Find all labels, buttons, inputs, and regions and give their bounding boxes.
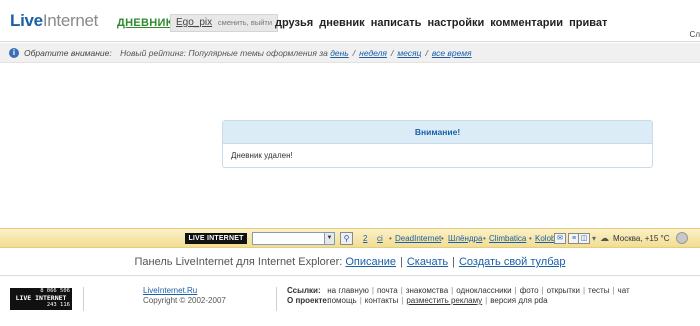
footer-link-dating[interactable]: знакомства — [406, 286, 448, 295]
footer-about-label: О проекте: — [287, 296, 330, 305]
logo-live-text: Live — [10, 11, 43, 30]
notice-label: Обратите внимание: — [24, 48, 112, 58]
ie-panel-link-download[interactable]: Скачать — [407, 256, 448, 268]
counter-brand: LIVE INTERNET — [15, 294, 67, 302]
separator-dot: • — [483, 234, 486, 243]
notice-separator: / — [352, 48, 356, 58]
toolbar-link-kolob[interactable]: Kolob — [535, 233, 555, 244]
footer-separator-line — [276, 287, 277, 311]
menu-item-diary[interactable]: дневник — [319, 17, 364, 29]
footer-separator-line — [83, 287, 84, 311]
toolbar-link-shlendra[interactable]: Шлёндра — [448, 233, 482, 244]
footer-link-mail[interactable]: почта — [377, 286, 398, 295]
footer-pipe: | — [541, 286, 544, 295]
footer-pipe: | — [371, 286, 374, 295]
chevron-down-icon[interactable]: ▾ — [592, 233, 596, 244]
notice-content: Обратите внимание: Новый рейтинг: Популя… — [24, 43, 472, 63]
toolbar-link-deadinternet[interactable]: DeadInternet — [395, 233, 441, 244]
notice-link-day[interactable]: день — [330, 48, 349, 58]
footer-pipe: | — [359, 296, 362, 305]
site-logo[interactable]: LiveInternet — [10, 11, 98, 31]
footer-link-contacts[interactable]: контакты — [365, 296, 398, 305]
alert-box: Внимание! Дневник удален! — [222, 120, 653, 168]
toolbar-options-icon[interactable] — [676, 232, 688, 244]
footer-pipe: | — [485, 296, 488, 305]
notice-link-all-time[interactable]: все время — [432, 48, 472, 58]
site-header: LiveInternet ДНЕВНИКИ Ego_pix сменить, в… — [0, 0, 700, 42]
footer-link-advertise[interactable]: разместить рекламу — [406, 296, 482, 305]
menu-item-private[interactable]: приват — [569, 17, 607, 29]
footer-link-tests[interactable]: тесты — [588, 286, 609, 295]
weather-icon: ☁ — [600, 233, 609, 243]
footer-link-postcards[interactable]: открытки — [547, 286, 580, 295]
chevron-down-icon[interactable]: ▼ — [324, 232, 335, 245]
username-link[interactable]: Ego_pix — [176, 17, 212, 28]
copyright-text: Copyright © 2002-2007 — [143, 296, 226, 305]
toolbar-link-climbatica[interactable]: Climbatica — [489, 233, 526, 244]
footer-pipe: | — [451, 286, 454, 295]
menu-item-comments[interactable]: комментарии — [490, 17, 563, 29]
footer-link-home[interactable]: на главную — [327, 286, 369, 295]
notice-text: Новый рейтинг: Популярные темы оформлени… — [120, 48, 328, 58]
separator-dot: • — [389, 234, 392, 243]
search-icon[interactable]: ⚲ — [340, 232, 353, 245]
footer-pipe: | — [401, 296, 404, 305]
footer-link-photo[interactable]: фото — [520, 286, 539, 295]
settings-icon[interactable]: ◫ — [578, 233, 590, 244]
alert-message: Дневник удален! — [231, 151, 293, 160]
separator-dot: • — [441, 234, 444, 243]
user-box: Ego_pix сменить, выйти — [170, 14, 279, 32]
footer-pipe: | — [582, 286, 586, 295]
separator-dot: • — [529, 234, 532, 243]
footer-pipe: | — [514, 286, 517, 295]
notice-separator: / — [390, 48, 394, 58]
footer-link-classmates[interactable]: одноклассники — [456, 286, 511, 295]
logo-internet-text: Internet — [42, 11, 99, 30]
footer-link-pda[interactable]: версия для pda — [490, 296, 547, 305]
footer-link-help[interactable]: помощь — [327, 296, 356, 305]
liveinternet-toolbar: LIVE INTERNET ▼ ⚲ 2 ci • DeadInternet • … — [0, 228, 700, 248]
mail-icon[interactable]: ✉ — [554, 233, 566, 244]
menu-item-settings[interactable]: настройки — [427, 17, 484, 29]
toolbar-logo[interactable]: LIVE INTERNET — [185, 233, 247, 244]
footer-divider — [0, 275, 700, 276]
footer-links-row: Ссылки: на главную | почта | знакомства | одно… — [287, 286, 630, 296]
notice-bar: i Обратите внимание: Новый рейтинг: Попу… — [0, 43, 700, 63]
ie-panel-separator: | — [452, 256, 455, 268]
footer-site-link[interactable]: LiveInternet.Ru — [143, 286, 197, 295]
footer-links-label: Ссылки: — [287, 286, 321, 295]
header-corner-text[interactable]: Сл — [690, 30, 700, 39]
toolbar-count-link[interactable]: 2 — [363, 233, 367, 244]
toolbar-search-input[interactable] — [252, 232, 335, 245]
ie-panel-link-description[interactable]: Описание — [345, 256, 396, 268]
ie-panel-line: Панель LiveInternet для Internet Explore… — [0, 256, 700, 268]
footer-pipe: | — [612, 286, 615, 295]
toolbar-ci-link[interactable]: ci — [377, 233, 383, 244]
menu-item-write[interactable]: написать — [371, 17, 422, 29]
notice-link-month[interactable]: месяц — [397, 48, 421, 58]
copyright-block: LiveInternet.Ru Copyright © 2002-2007 — [143, 286, 226, 306]
footer-links: Ссылки: на главную | почта | знакомства | одно… — [287, 286, 630, 306]
alert-title: Внимание! — [223, 121, 652, 144]
ie-panel-text: Панель LiveInternet для Internet Explore… — [134, 256, 343, 268]
info-icon: i — [9, 48, 19, 58]
ie-panel-link-create-toolbar[interactable]: Создать свой тулбар — [459, 256, 566, 268]
visitor-counter[interactable]: 8 066 506 LIVE INTERNET 243 116 — [10, 288, 72, 310]
counter-bottom: 243 116 — [46, 302, 70, 308]
notice-link-week[interactable]: неделя — [359, 48, 387, 58]
menu-item-friends[interactable]: друзья — [275, 17, 313, 29]
toolbar-weather[interactable]: Москва, +15 °C — [613, 233, 670, 244]
footer-link-chat[interactable]: чат — [618, 286, 630, 295]
main-menu: друзья дневник написать настройки коммен… — [275, 17, 610, 29]
notice-separator: / — [425, 48, 428, 58]
footer-about-row: О проекте: помощь | контакты | разместить ре… — [287, 296, 630, 306]
user-links[interactable]: сменить, выйти — [218, 18, 272, 27]
footer-pipe: | — [400, 286, 403, 295]
ie-panel-separator: | — [400, 256, 403, 268]
